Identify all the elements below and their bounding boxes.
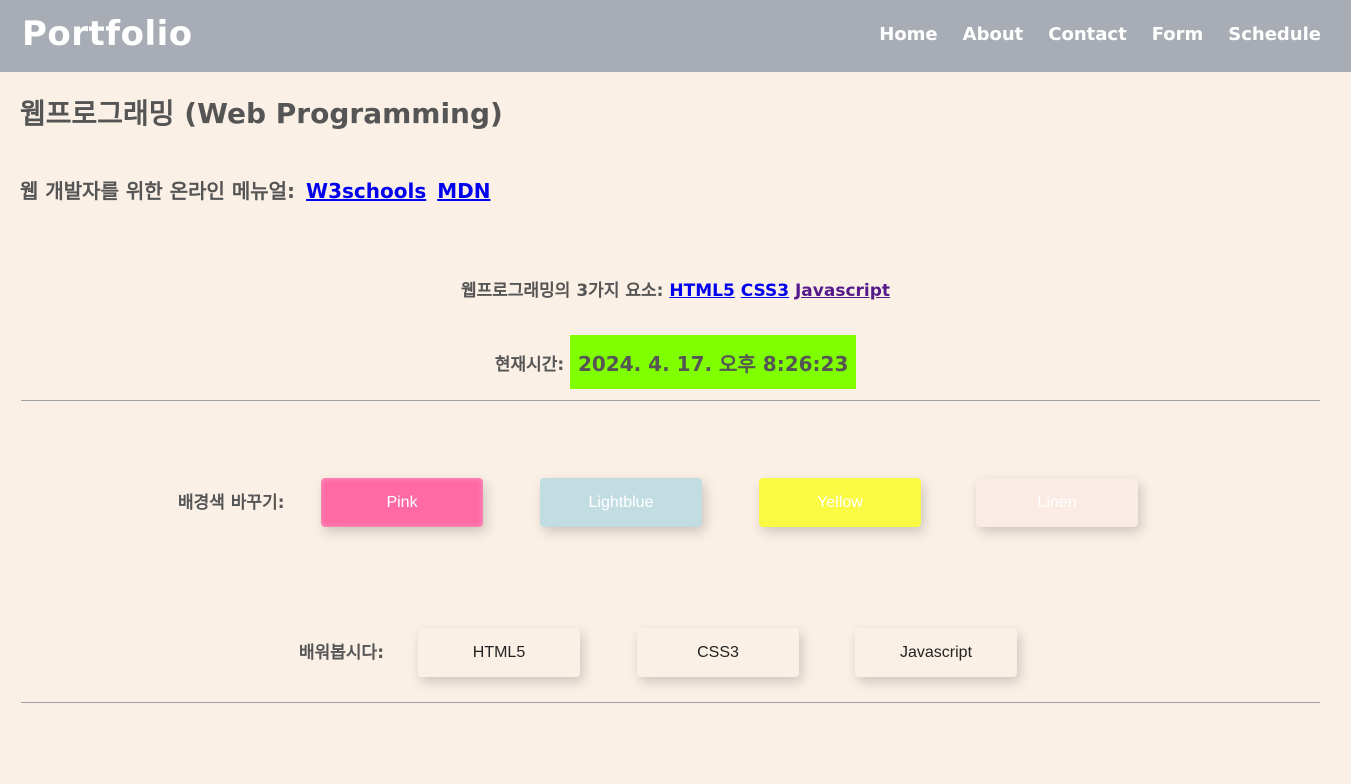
page-title: 웹프로그래밍 (Web Programming) (20, 97, 503, 130)
nav-form-link[interactable]: Form (1152, 22, 1204, 48)
mdn-link[interactable]: MDN (437, 179, 490, 203)
linen-button[interactable]: Linen (976, 478, 1138, 527)
learn-css3-button[interactable]: CSS3 (637, 628, 799, 677)
clock-label: 현재시간: (494, 354, 565, 375)
elements-label: 웹프로그래밍의 3가지 요소: (460, 281, 664, 301)
learn-javascript-button[interactable]: Javascript (855, 628, 1017, 677)
learn-html5-button[interactable]: HTML5 (418, 628, 580, 677)
manual-label: 웹 개발자를 위한 온라인 메뉴얼: (20, 179, 296, 203)
yellow-button[interactable]: Yellow (759, 478, 921, 527)
nav-about-link[interactable]: About (963, 22, 1024, 48)
navbar: Portfolio Home About Contact Form Schedu… (0, 0, 1351, 72)
learn-label: 배워봅시다: (299, 643, 384, 663)
w3schools-link[interactable]: W3schools (306, 179, 426, 203)
brand-logo[interactable]: Portfolio (22, 12, 193, 56)
html5-link[interactable]: HTML5 (669, 281, 734, 301)
nav-links: Home About Contact Form Schedule (879, 22, 1321, 48)
css3-link[interactable]: CSS3 (741, 281, 789, 301)
divider (21, 400, 1320, 401)
divider-bottom (21, 702, 1320, 703)
nav-schedule-link[interactable]: Schedule (1228, 22, 1321, 48)
javascript-link[interactable]: Javascript (795, 281, 890, 301)
lightblue-button[interactable]: Lightblue (540, 478, 702, 527)
current-time-display: 2024. 4. 17. 오후 8:26:23 (570, 335, 857, 389)
pink-button[interactable]: Pink (321, 478, 483, 527)
nav-home-link[interactable]: Home (879, 22, 937, 48)
bg-change-label: 배경색 바꾸기: (178, 493, 285, 513)
manual-line: 웹 개발자를 위한 온라인 메뉴얼: W3schools MDN (20, 175, 490, 207)
clock-row: 현재시간: 2024. 4. 17. 오후 8:26:23 (0, 335, 1351, 389)
web-elements-line: 웹프로그래밍의 3가지 요소: HTML5 CSS3 Javascript (0, 278, 1351, 304)
nav-contact-link[interactable]: Contact (1048, 22, 1126, 48)
